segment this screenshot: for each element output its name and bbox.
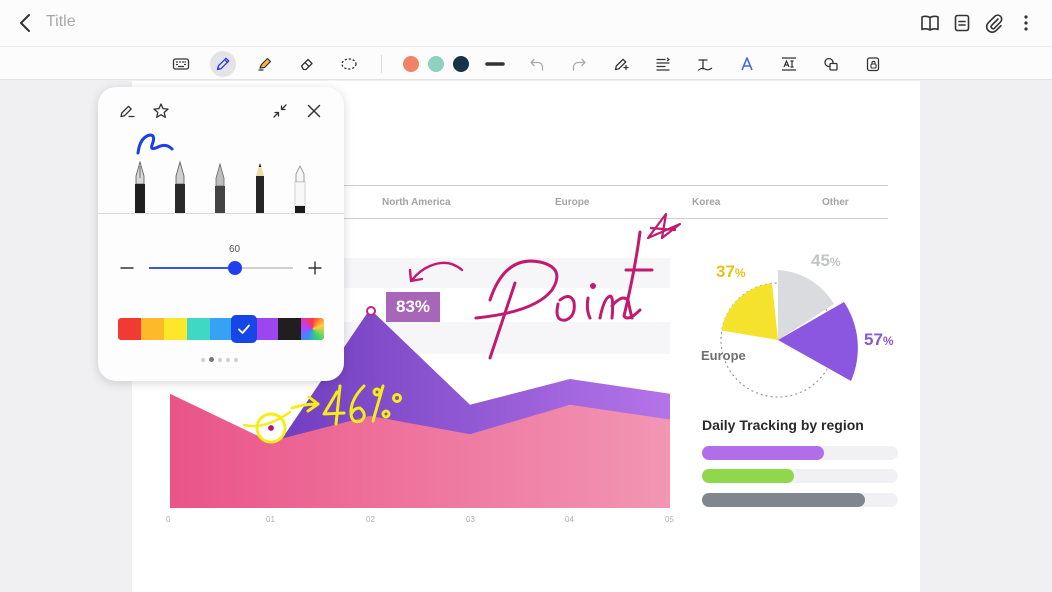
panel-divider: [98, 213, 344, 214]
keyboard-icon[interactable]: [168, 51, 194, 77]
pen-edit-icon[interactable]: [116, 100, 138, 122]
color-swatch[interactable]: [209, 318, 233, 340]
tracking-bar: [702, 493, 898, 507]
tracking-title: Daily Tracking by region: [702, 417, 864, 433]
color-swatch[interactable]: [278, 318, 302, 340]
color-swatch[interactable]: [140, 318, 164, 340]
lock-icon[interactable]: [860, 51, 886, 77]
note-title[interactable]: Title: [46, 13, 76, 31]
x-tick-label: 05: [665, 515, 674, 524]
undo-icon[interactable]: [524, 51, 550, 77]
shape-icon[interactable]: [818, 51, 844, 77]
minimize-icon[interactable]: [269, 100, 291, 122]
text-align-icon[interactable]: [650, 51, 676, 77]
text-style-icon[interactable]: [734, 51, 760, 77]
book-view-icon[interactable]: [918, 11, 942, 35]
x-tick-label: 03: [466, 515, 475, 524]
region-header: Korea: [692, 197, 721, 208]
stroke-preview: [136, 133, 174, 155]
size-slider-handle[interactable]: [228, 261, 243, 275]
page-dot: [201, 357, 205, 362]
selected-color-check-icon[interactable]: [231, 315, 257, 343]
size-value: 60: [229, 244, 241, 255]
back-icon[interactable]: [14, 11, 38, 35]
palette-page-indicator: [201, 357, 238, 362]
color-swatch[interactable]: [118, 318, 141, 340]
pie-label-gray: 45%: [811, 251, 841, 270]
favorite-star-icon[interactable]: [150, 100, 172, 122]
pen-settings-icon[interactable]: [608, 51, 634, 77]
size-slider[interactable]: [149, 261, 293, 275]
color-swatch[interactable]: [186, 318, 210, 340]
top-app-bar: Title: [0, 0, 1052, 46]
pen-icon[interactable]: [210, 51, 236, 77]
lasso-icon[interactable]: [336, 51, 362, 77]
x-tick-label: 04: [565, 515, 574, 524]
recent-color-3[interactable]: [448, 51, 474, 77]
x-tick-label: 01: [266, 515, 275, 524]
tracking-bar-fill: [702, 493, 865, 507]
page-dot: [226, 357, 230, 362]
handwriting-text-icon[interactable]: [692, 51, 718, 77]
ballpoint-pen-icon[interactable]: [211, 160, 229, 214]
close-icon[interactable]: [303, 100, 325, 122]
stroke-width-icon[interactable]: [482, 51, 508, 77]
marker-pen-icon[interactable]: [291, 160, 309, 214]
increase-size-icon[interactable]: [304, 257, 326, 279]
region-header: North America: [382, 197, 451, 208]
color-swatch[interactable]: [301, 318, 324, 340]
eraser-icon[interactable]: [294, 51, 320, 77]
recent-color-1[interactable]: [398, 51, 424, 77]
highlighter-icon[interactable]: [252, 51, 278, 77]
page-dot: [218, 357, 222, 362]
tracking-bar-fill: [702, 469, 795, 483]
color-palette: [118, 318, 324, 340]
x-tick-label: 0: [166, 515, 171, 524]
text-box-icon[interactable]: [776, 51, 802, 77]
fountain-pen-icon[interactable]: [131, 160, 149, 214]
region-header: Europe: [555, 197, 590, 208]
pie-label-purple: 57%: [864, 330, 894, 349]
page-dot: [209, 357, 214, 362]
attach-icon[interactable]: [982, 11, 1006, 35]
pie-region-label: Europe: [701, 348, 746, 363]
tracking-bar: [702, 469, 898, 483]
value-badge: 83%: [386, 292, 440, 322]
pie-label-yellow: 37%: [716, 262, 746, 281]
toolbar-divider: [381, 55, 382, 73]
pencil-icon[interactable]: [251, 160, 269, 214]
calligraphy-pen-icon[interactable]: [171, 160, 189, 214]
size-slider-fill: [149, 267, 236, 269]
more-icon[interactable]: [1014, 11, 1038, 35]
redo-icon[interactable]: [566, 51, 592, 77]
drawing-toolbar: [0, 46, 1052, 80]
decrease-size-icon[interactable]: [116, 257, 138, 279]
tracking-bar-fill: [702, 446, 824, 460]
page-list-icon[interactable]: [950, 11, 974, 35]
color-swatch[interactable]: [255, 318, 279, 340]
recent-color-2[interactable]: [423, 51, 449, 77]
page-dot: [234, 357, 238, 362]
tracking-bar: [702, 446, 898, 460]
pen-settings-panel: 60: [98, 87, 344, 381]
region-header: Other: [822, 197, 849, 208]
x-tick-label: 02: [366, 515, 375, 524]
color-swatch[interactable]: [163, 318, 187, 340]
